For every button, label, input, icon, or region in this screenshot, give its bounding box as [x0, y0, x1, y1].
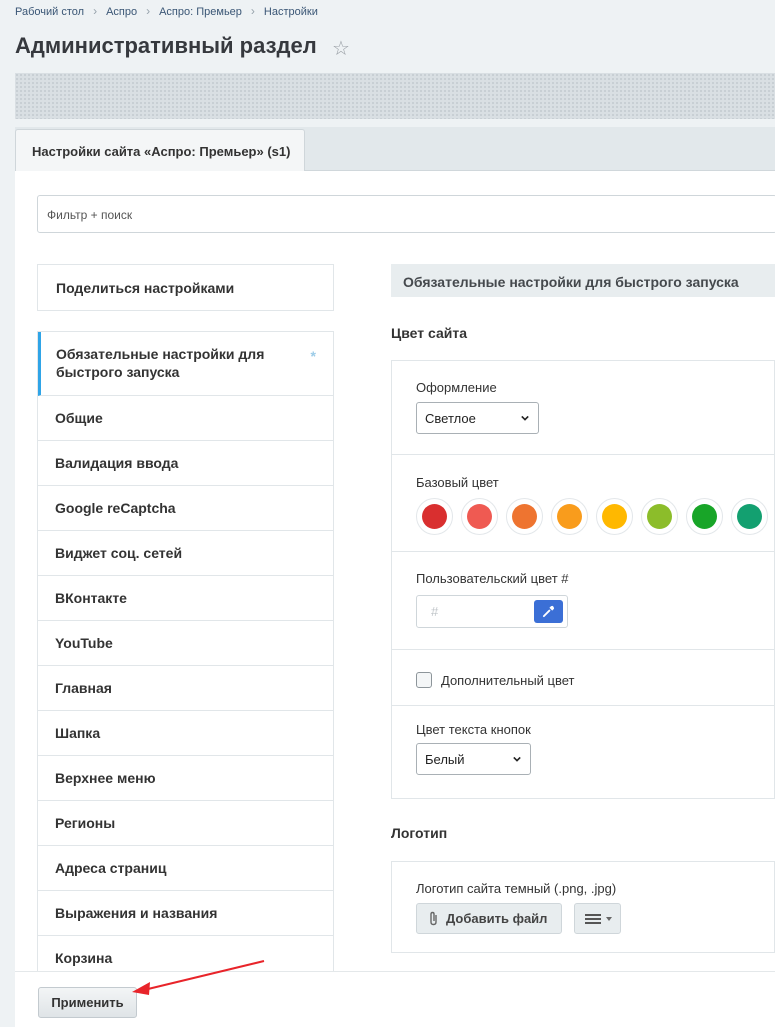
- annotation-arrow-icon: [132, 960, 265, 995]
